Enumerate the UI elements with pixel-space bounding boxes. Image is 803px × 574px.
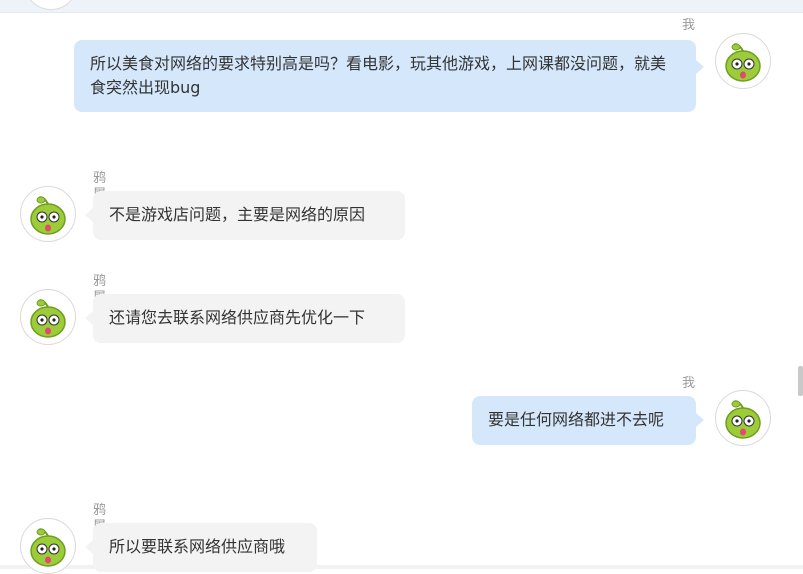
bubble-tail (85, 540, 93, 554)
message-text: 还请您去联系网络供应商先优化一下 (109, 308, 366, 327)
avatar-icon[interactable] (20, 186, 76, 242)
bubble-tail (696, 413, 704, 427)
message-bubble[interactable]: 还请您去联系网络供应商先优化一下 (93, 294, 405, 343)
scrollbar[interactable] (797, 13, 803, 569)
sender-name: 我 (682, 18, 696, 33)
message-bubble[interactable]: 所以美食对网络的要求特别高是吗？看电影，玩其他游戏，上网课都没问题，就美食突然出… (74, 40, 696, 112)
bubble-tail (696, 60, 704, 74)
bubble-tail (85, 311, 93, 325)
top-bar (0, 0, 803, 13)
avatar-icon[interactable] (715, 390, 771, 446)
avatar-icon[interactable] (20, 289, 76, 345)
scrollbar-thumb[interactable] (798, 366, 803, 396)
bubble-tail (85, 208, 93, 222)
message-bubble[interactable]: 所以要联系网络供应商哦 (93, 523, 317, 572)
avatar-icon[interactable] (20, 518, 76, 574)
message-text: 所以美食对网络的要求特别高是吗？看电影，玩其他游戏，上网课都没问题，就美食突然出… (90, 54, 667, 97)
message-bubble[interactable]: 要是任何网络都进不去呢 (472, 396, 696, 445)
message-bubble[interactable]: 不是游戏店问题，主要是网络的原因 (93, 191, 405, 240)
avatar (24, 0, 78, 10)
message-text: 要是任何网络都进不去呢 (488, 410, 665, 429)
message-text: 不是游戏店问题，主要是网络的原因 (109, 205, 366, 224)
avatar-icon[interactable] (715, 33, 771, 89)
sender-name: 我 (682, 376, 696, 391)
message-text: 所以要联系网络供应商哦 (109, 537, 286, 556)
